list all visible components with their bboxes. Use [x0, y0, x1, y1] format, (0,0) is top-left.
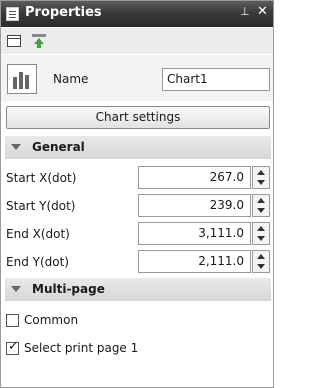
- green-up-arrow-icon[interactable]: [32, 34, 46, 48]
- end-x-row: End X(dot) 3,111.0: [1, 220, 273, 248]
- end-y-spinner[interactable]: [252, 250, 270, 273]
- common-option[interactable]: Common: [1, 310, 273, 332]
- end-x-spinner[interactable]: [252, 222, 270, 245]
- spin-down-icon[interactable]: [257, 236, 265, 241]
- multipage-section-header[interactable]: Multi-page: [5, 278, 271, 301]
- start-y-row: Start Y(dot) 239.0: [1, 192, 273, 220]
- spin-up-icon[interactable]: [257, 170, 265, 175]
- panel-titlebar: Properties ⊥ ✕: [1, 1, 273, 27]
- panel-toolbar: [1, 28, 273, 54]
- end-x-field[interactable]: 3,111.0: [138, 222, 251, 245]
- blank-page-icon[interactable]: [7, 35, 21, 47]
- chevron-down-icon: [11, 286, 21, 292]
- start-x-label: Start X(dot): [6, 171, 77, 185]
- properties-panel: Properties ⊥ ✕ Name Chart1 Chart setting…: [0, 0, 274, 388]
- select-print-page-label: Select print page 1: [24, 341, 139, 355]
- spin-down-icon[interactable]: [257, 180, 265, 185]
- start-x-spinner[interactable]: [252, 166, 270, 189]
- spin-up-icon[interactable]: [257, 254, 265, 259]
- end-y-field[interactable]: 2,111.0: [138, 250, 251, 273]
- spin-up-icon[interactable]: [257, 226, 265, 231]
- multipage-section-title: Multi-page: [32, 282, 105, 296]
- general-section-header[interactable]: General: [5, 136, 271, 159]
- name-label: Name: [53, 72, 89, 86]
- common-label: Common: [24, 313, 79, 327]
- checkmark-icon: ✓: [8, 339, 19, 354]
- properties-icon: [6, 7, 19, 21]
- spin-down-icon[interactable]: [257, 208, 265, 213]
- start-y-spinner[interactable]: [252, 194, 270, 217]
- start-x-field[interactable]: 267.0: [138, 166, 251, 189]
- panel-title: Properties: [25, 5, 102, 20]
- common-checkbox[interactable]: [6, 314, 19, 327]
- select-print-page-checkbox[interactable]: ✓: [6, 339, 19, 355]
- select-print-page-option[interactable]: ✓ Select print page 1: [1, 338, 273, 360]
- name-input[interactable]: Chart1: [162, 68, 270, 91]
- start-y-label: Start Y(dot): [6, 199, 76, 213]
- bar-chart-icon: [7, 64, 37, 94]
- spin-up-icon[interactable]: [257, 198, 265, 203]
- close-icon[interactable]: ✕: [257, 4, 268, 19]
- pin-icon[interactable]: ⊥: [240, 5, 250, 18]
- spin-down-icon[interactable]: [257, 264, 265, 269]
- general-section-title: General: [32, 140, 85, 154]
- chart-settings-button[interactable]: Chart settings: [6, 106, 270, 129]
- end-y-label: End Y(dot): [6, 255, 69, 269]
- chevron-down-icon: [11, 144, 21, 150]
- start-x-row: Start X(dot) 267.0: [1, 164, 273, 192]
- start-y-field[interactable]: 239.0: [138, 194, 251, 217]
- end-x-label: End X(dot): [6, 227, 70, 241]
- end-y-row: End Y(dot) 2,111.0: [1, 248, 273, 276]
